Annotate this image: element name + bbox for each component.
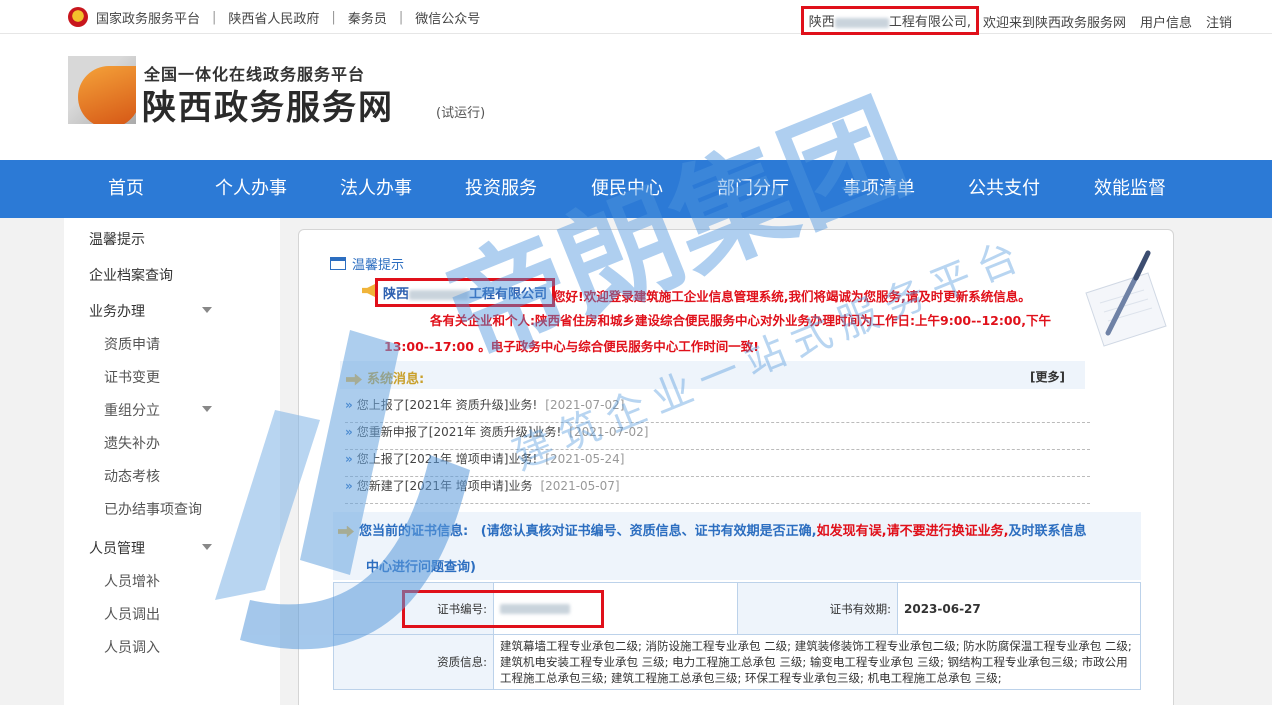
certificate-info-line-1: 您当前的证书信息: (请您认真核对证书编号、资质信息、证书有效期是否正确,如发现… <box>338 520 1087 539</box>
double-chevron-icon: » <box>345 479 353 493</box>
sidebar-item-dynamic-check[interactable]: 动态考核 <box>104 466 160 486</box>
nav-departments[interactable]: 部门分厅 <box>717 160 789 218</box>
nav-supervision[interactable]: 效能监督 <box>1094 160 1166 218</box>
cert-note-1: (请您认真核对证书编号、资质信息、证书有效期是否正确, <box>480 524 817 539</box>
link-national-platform[interactable]: 国家政务服务平台 <box>96 8 200 27</box>
link-wechat[interactable]: 微信公众号 <box>415 8 480 27</box>
chevron-down-icon[interactable] <box>202 406 212 412</box>
separator: | <box>212 9 217 25</box>
cert-validity-label: 证书有效期: <box>737 582 898 635</box>
sidebar-item-tips[interactable]: 温馨提示 <box>89 229 145 249</box>
greeting-company-prefix: 陕西 <box>383 287 410 302</box>
welcome-text: 欢迎来到陕西政务服务网 <box>982 16 1126 31</box>
sidebar-item-business[interactable]: 业务办理 <box>89 301 145 321</box>
message-text[interactable]: 您重新申报了[2021年 资质升级]业务! <box>357 425 562 439</box>
nav-item-list[interactable]: 事项清单 <box>843 160 915 218</box>
company-name-suffix: 工程有限公司, <box>888 15 971 30</box>
separator: | <box>398 9 404 25</box>
sidebar-item-restructure[interactable]: 重组分立 <box>104 400 160 420</box>
tips-title: 温馨提示 <box>352 258 405 273</box>
system-messages-label: 系统消息: <box>367 372 425 387</box>
qualification-value: 建筑幕墙工程专业承包二级; 消防设施工程专业承包 二级; 建筑装修装饰工程专业承… <box>493 634 1141 690</box>
top-bar: 国家政务服务平台 | 陕西省人民政府 | 秦务员 | 微信公众号 陕西 工程有限公… <box>0 0 1272 36</box>
user-area: 陕西 工程有限公司, 欢迎来到陕西政务服务网 用户信息 注销 <box>800 6 1272 36</box>
trial-label: (试运行) <box>436 106 486 121</box>
sidebar-item-personnel-in[interactable]: 人员调入 <box>104 637 160 657</box>
site-title[interactable]: 陕西政务服务网 <box>142 80 394 129</box>
sidebar-item-personnel-add[interactable]: 人员增补 <box>104 571 160 591</box>
sidebar-item-cert-change[interactable]: 证书变更 <box>104 367 160 387</box>
sidebar-item-personnel-out[interactable]: 人员调出 <box>104 604 160 624</box>
nav-home[interactable]: 首页 <box>108 160 144 218</box>
chevron-down-icon[interactable] <box>202 307 212 313</box>
nav-investment[interactable]: 投资服务 <box>465 160 537 218</box>
user-info-link[interactable]: 用户信息 <box>1140 12 1192 31</box>
message-text[interactable]: 您上报了[2021年 资质升级]业务! <box>357 398 538 412</box>
cert-note-2: 如发现有误,请不要进行换证业务, <box>816 524 1009 539</box>
chevron-down-icon[interactable] <box>202 544 212 550</box>
company-name-prefix: 陕西 <box>808 15 835 30</box>
sidebar-item-qualification[interactable]: 资质申请 <box>104 334 160 354</box>
redacted-text <box>409 289 470 300</box>
cert-no-highlight <box>402 590 604 628</box>
tips-heading: 温馨提示 <box>330 254 404 273</box>
message-date: [2021-07-02] <box>545 398 625 412</box>
message-date: [2021-07-02] <box>569 425 649 439</box>
sidebar-item-archive[interactable]: 企业档案查询 <box>89 265 173 285</box>
redacted-text <box>834 17 889 28</box>
top-links: 国家政务服务平台 | 陕西省人民政府 | 秦务员 | 微信公众号 <box>68 7 480 27</box>
cert-note-3: 及时联系信息 <box>1008 524 1087 539</box>
main-nav: 首页 个人办事 法人办事 投资服务 便民中心 部门分厅 事项清单 公共支付 效能… <box>0 160 1272 218</box>
pen-paper-icon <box>1085 250 1167 347</box>
sidebar-item-loss-replacement[interactable]: 遗失补办 <box>104 433 160 453</box>
cert-title: 您当前的证书信息: <box>359 524 469 539</box>
message-date: [2021-05-07] <box>540 479 620 493</box>
separator: | <box>331 9 336 25</box>
message-date: [2021-05-24] <box>545 452 625 466</box>
notice-line-1: 各有关企业和个人:陕西省住房和城乡建设综合便民服务中心对外业务办理时间为工作日:… <box>430 313 1052 328</box>
link-shaanxi-government[interactable]: 陕西省人民政府 <box>228 8 319 27</box>
double-chevron-icon: » <box>345 398 353 412</box>
double-chevron-icon: » <box>345 425 353 439</box>
list-item[interactable]: » 您新建了[2021年 增项申请]业务 [2021-05-07] <box>345 477 1090 504</box>
list-item[interactable]: » 您上报了[2021年 增项申请]业务! [2021-05-24] <box>345 450 1090 477</box>
nav-legal-person[interactable]: 法人办事 <box>340 160 412 218</box>
greeting-company-suffix: 工程有限公司 <box>469 287 548 302</box>
notice-line-2: 13:00--17:00 。电子政务中心与综合便民服务中心工作时间一致! <box>384 339 760 354</box>
greeting-company-highlight: 陕西 工程有限公司 <box>375 278 556 307</box>
link-qinwuyuan[interactable]: 秦务员 <box>348 8 387 27</box>
system-messages-title: 系统消息: <box>346 368 424 387</box>
arrow-right-icon <box>346 373 362 386</box>
message-text[interactable]: 您新建了[2021年 增项申请]业务 <box>357 479 533 493</box>
list-item[interactable]: » 您上报了[2021年 资质升级]业务! [2021-07-02] <box>345 396 1090 423</box>
list-item[interactable]: » 您重新申报了[2021年 资质升级]业务! [2021-07-02] <box>345 423 1090 450</box>
message-text[interactable]: 您上报了[2021年 增项申请]业务! <box>357 452 538 466</box>
sidebar-item-completed[interactable]: 已办结事项查询 <box>104 499 202 519</box>
sidebar-item-personnel[interactable]: 人员管理 <box>89 538 145 558</box>
company-name-highlight: 陕西 工程有限公司, <box>800 6 979 35</box>
sidebar: 温馨提示 企业档案查询 业务办理 资质申请 证书变更 重组分立 遗失补办 动态考… <box>64 218 280 705</box>
nav-personal[interactable]: 个人办事 <box>215 160 287 218</box>
national-emblem-icon <box>68 7 88 27</box>
qualification-label: 资质信息: <box>333 634 494 690</box>
arrow-right-icon <box>338 525 354 538</box>
nav-convenience[interactable]: 便民中心 <box>591 160 663 218</box>
double-chevron-icon: » <box>345 452 353 466</box>
greeting-text: 您好!欢迎登录建筑施工企业信息管理系统,我们将竭诚为您服务,请及时更新系统信息。 <box>553 289 1031 304</box>
cert-note-4: 中心进行问题查询) <box>366 560 476 575</box>
nav-public-payment[interactable]: 公共支付 <box>968 160 1040 218</box>
site-logo[interactable] <box>68 56 136 124</box>
system-messages-header <box>340 361 1085 389</box>
window-icon <box>330 257 346 270</box>
logout-link[interactable]: 注销 <box>1206 12 1232 31</box>
more-link[interactable]: [更多] <box>1030 368 1065 385</box>
cert-validity-value: 2023-06-27 <box>897 582 1141 635</box>
